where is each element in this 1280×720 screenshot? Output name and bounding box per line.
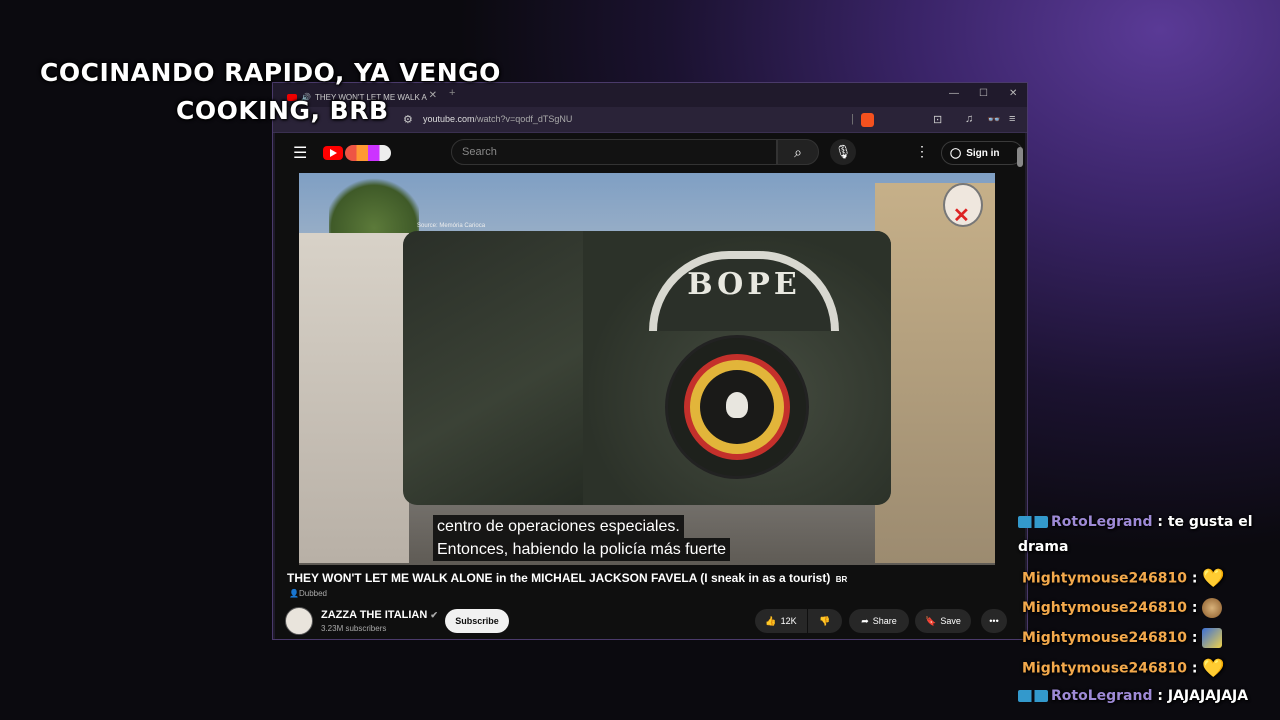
music-icon[interactable]: ♫ [965, 113, 973, 125]
youtube-header: ☰ Search ⌕ 🎙 ⋮ ◯ Sign in [275, 133, 1025, 173]
chat-message: Mightymouse246810 : [1022, 598, 1223, 618]
background-building-left [299, 233, 409, 563]
chat-message: Mightymouse246810 : [1022, 628, 1223, 648]
sign-in-button[interactable]: ◯ Sign in [941, 141, 1023, 165]
verified-icon: ✔ [430, 610, 438, 620]
chat-message: RotoLegrand : JAJAJAJAJA [1018, 688, 1248, 704]
more-options-icon[interactable]: ⋮ [915, 143, 929, 160]
sign-in-label: Sign in [966, 147, 1000, 159]
dubbed-icon: 👤 [289, 589, 299, 598]
close-window-icon[interactable]: ✕ [1009, 88, 1017, 99]
youtube-doodle-logo[interactable] [345, 145, 391, 161]
youtube-logo[interactable] [323, 146, 343, 160]
menu-icon[interactable]: ≡ [1009, 113, 1015, 125]
glasses-icon[interactable]: 👓 [987, 113, 1001, 126]
thumbs-down-icon: 👎 [819, 615, 831, 626]
chat-username: Mightymouse246810 [1022, 630, 1187, 646]
save-button[interactable]: 🔖 Save [915, 609, 971, 633]
channel-avatar[interactable] [285, 607, 313, 635]
chat-badges-icon [1018, 690, 1048, 702]
more-horizontal-icon: ••• [989, 616, 999, 626]
background-building-right [875, 183, 995, 563]
chat-message: Mightymouse246810 : 💛 [1022, 658, 1225, 679]
share-label: Share [872, 616, 897, 626]
page-scrollbar[interactable] [1017, 147, 1023, 167]
screenshot-icon[interactable]: ⊡ [933, 113, 942, 126]
chat-text: JAJAJAJAJA [1167, 688, 1249, 704]
video-title: THEY WON'T LET ME WALK ALONE in the MICH… [287, 571, 847, 585]
yellow-heart-icon: 💛 [1202, 568, 1225, 589]
operations-patch [665, 335, 809, 479]
yellow-heart-icon: 💛 [1202, 658, 1225, 679]
video-player[interactable]: Source: Memória Carioca BOPE centro de o… [299, 173, 995, 565]
brave-shield-icon[interactable] [861, 113, 874, 127]
chat-username: RotoLegrand [1051, 514, 1153, 530]
url-field[interactable]: youtube.com/watch?v=qodf_dTSgNU [423, 114, 572, 124]
chat-username: Mightymouse246810 [1022, 570, 1187, 587]
patch-ring [684, 354, 790, 460]
channel-name-text: ZAZZA THE ITALIAN [321, 609, 428, 621]
image-source-credit: Source: Memória Carioca [417, 223, 486, 229]
dubbed-label: Dubbed [298, 589, 327, 598]
share-icon: ➦ [861, 615, 869, 626]
stream-overlay-text-1: COCINANDO RAPIDO, YA VENGO [40, 58, 501, 87]
like-count: 12K [780, 616, 797, 626]
search-button[interactable]: ⌕ [777, 139, 819, 165]
chat-username: Mightymouse246810 [1022, 660, 1187, 677]
share-button[interactable]: ➦ Share [849, 609, 909, 633]
like-button[interactable]: 👍 12K [755, 609, 807, 633]
search-icon: ⌕ [794, 144, 802, 160]
language-badge: BR [835, 575, 848, 584]
subtitle-line-2: Entonces, habiendo la policía más fuerte [433, 538, 731, 561]
channel-watermark[interactable] [943, 183, 983, 228]
dubbed-badge: 👤Dubbed [289, 589, 327, 598]
site-settings-icon[interactable]: ⚙ [403, 113, 413, 126]
account-icon: ◯ [950, 147, 962, 159]
chat-text: te gusta el [1167, 514, 1253, 530]
channel-name[interactable]: ZAZZA THE ITALIAN ✔ [321, 609, 438, 621]
new-tab-button[interactable]: + [449, 87, 455, 99]
cartoon-emote-icon [1202, 598, 1223, 618]
thumbs-up-icon: 👍 [765, 615, 777, 626]
voice-search-button[interactable]: 🎙 [830, 139, 856, 165]
bookmark-icon: 🔖 [925, 615, 937, 626]
chat-username: Mightymouse246810 [1022, 600, 1187, 616]
search-input[interactable]: Search [451, 139, 777, 165]
skull-icon [726, 392, 748, 418]
chat-message: RotoLegrand : te gusta el [1018, 514, 1253, 530]
patch-core [700, 370, 774, 444]
dislike-button[interactable]: 👎 [808, 609, 842, 633]
browser-window: 🔊 THEY WON'T LET ME WALK A ✕ + — ☐ ✕ ⚙ y… [272, 82, 1028, 640]
divider: | [851, 113, 854, 125]
chat-badges-icon [1018, 516, 1048, 528]
chat-text: drama [1018, 539, 1069, 555]
chat-username: RotoLegrand [1051, 688, 1153, 704]
video-subtitles: centro de operaciones especiales. Entonc… [433, 515, 731, 561]
subscribe-button[interactable]: Subscribe [445, 609, 509, 633]
minimize-icon[interactable]: — [949, 88, 959, 99]
chat-message: Mightymouse246810 : 💛 [1022, 568, 1225, 589]
patch-text: BOPE [687, 267, 801, 302]
tab-close-icon[interactable]: ✕ [429, 90, 437, 101]
maximize-icon[interactable]: ☐ [979, 88, 988, 99]
chat-message-continued: drama [1018, 539, 1068, 555]
subtitle-line-1: centro de operaciones especiales. [433, 515, 684, 538]
youtube-page: ☰ Search ⌕ 🎙 ⋮ ◯ Sign in Source: Memória… [275, 133, 1025, 639]
subscriber-count: 3.23M subscribers [321, 624, 387, 633]
more-actions-button[interactable]: ••• [981, 609, 1007, 633]
cartoon-emote-2-icon [1202, 628, 1223, 648]
hamburger-menu-icon[interactable]: ☰ [293, 143, 307, 163]
stream-overlay-text-2: COOKING, BRB [176, 96, 389, 125]
video-title-text: THEY WON'T LET ME WALK ALONE in the MICH… [287, 571, 831, 585]
save-label: Save [940, 616, 961, 626]
inset-image: BOPE [403, 231, 891, 505]
mic-icon: 🎙 [834, 144, 852, 159]
